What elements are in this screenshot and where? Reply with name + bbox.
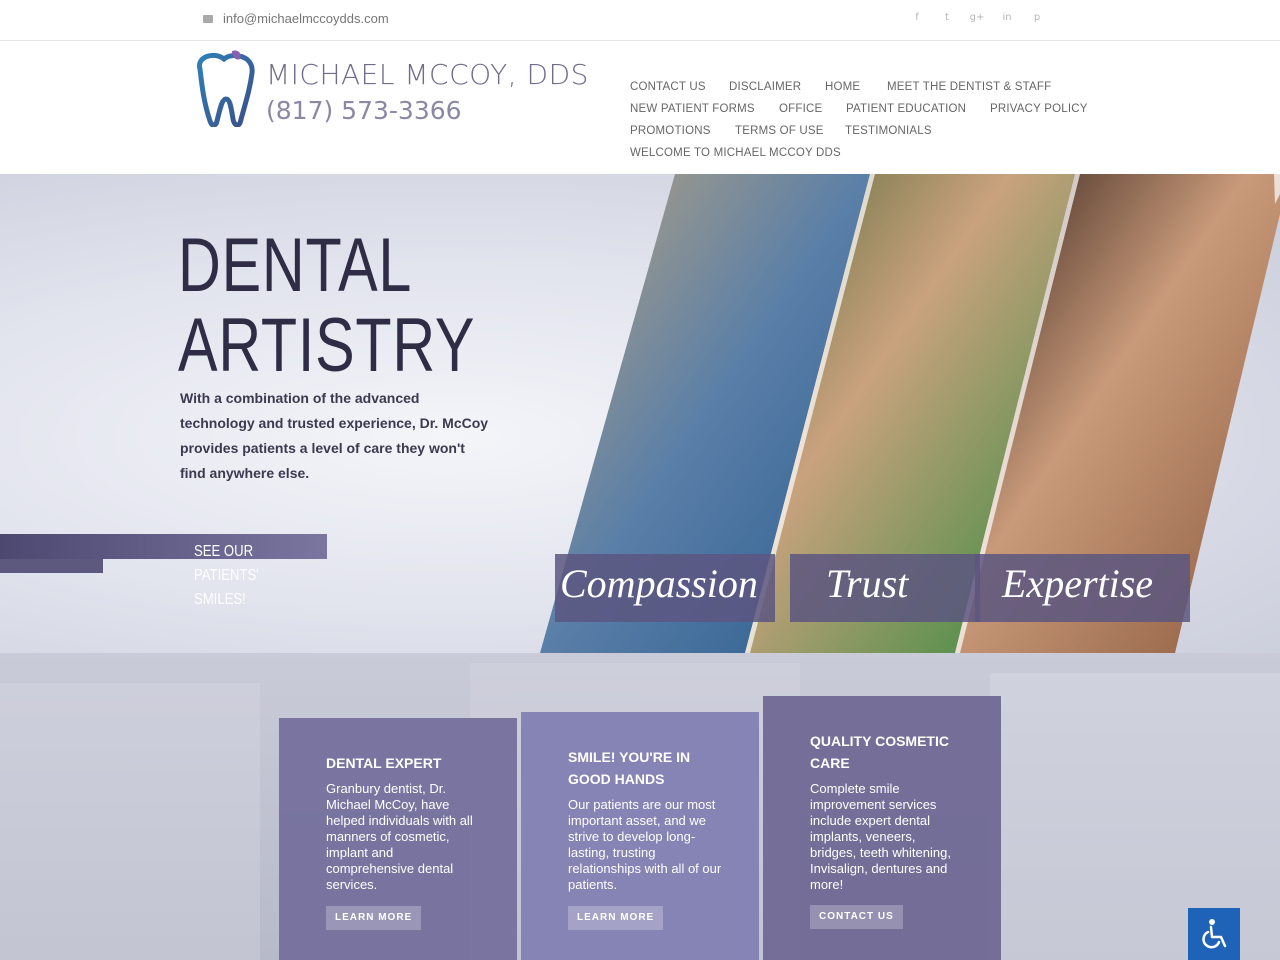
hero-title: DENTAL ARTISTRY	[178, 226, 475, 386]
nav-welcome[interactable]: WELCOME TO MICHAEL MCCOY DDS	[630, 147, 841, 159]
top-bar: info@michaelmccoydds.com f t g+ in p	[0, 0, 1280, 41]
nav-promotions[interactable]: PROMOTIONS	[630, 125, 711, 137]
feature-card-cosmetic-care: QUALITY COSMETIC CARE Complete smile imp…	[763, 696, 1001, 960]
nav-patient-education[interactable]: PATIENT EDUCATION	[846, 103, 966, 115]
hero-title-line-1: DENTAL	[178, 223, 413, 308]
pinterest-icon[interactable]: p	[1022, 12, 1052, 23]
nav-testimonials[interactable]: TESTIMONIALS	[845, 125, 932, 137]
nav-contact-us[interactable]: CONTACT US	[630, 81, 706, 93]
features-section: DENTAL EXPERT Granbury dentist, Dr. Mich…	[0, 653, 1280, 960]
feature-card-good-hands: SMILE! YOU'RE IN GOOD HANDS Our patients…	[521, 712, 759, 960]
twitter-icon[interactable]: t	[932, 12, 962, 23]
feature-title: QUALITY COSMETIC CARE	[810, 733, 949, 771]
caption-compassion: Compassion	[560, 561, 758, 606]
feature-text: Granbury dentist, Dr. Michael McCoy, hav…	[326, 781, 473, 892]
nav-privacy-policy[interactable]: PRIVACY POLICY	[990, 103, 1088, 115]
nav-home[interactable]: HOME	[825, 81, 860, 93]
hero-text: With a combination of the advanced techn…	[180, 390, 489, 481]
facebook-icon[interactable]: f	[902, 12, 932, 23]
feature-title: DENTAL EXPERT	[326, 755, 442, 771]
hero-banner: DENTAL ARTISTRY With a combination of th…	[0, 174, 1280, 653]
background-building-left	[0, 683, 260, 960]
cta-accent-bar-lower	[0, 559, 103, 573]
learn-more-button[interactable]: LEARN MORE	[568, 906, 664, 930]
caption-expertise: Expertise	[1002, 561, 1154, 606]
caption-trust: Trust	[826, 561, 909, 606]
feature-text: Our patients are our most important asse…	[568, 797, 722, 892]
social-links: f t g+ in p	[902, 12, 1052, 23]
feature-title: SMILE! YOU'RE IN GOOD HANDS	[568, 749, 691, 787]
hero-title-line-2: ARTISTRY	[178, 303, 476, 388]
tooth-logo-icon[interactable]	[192, 49, 262, 127]
nav-disclaimer[interactable]: DISCLAIMER	[729, 81, 801, 93]
cta-accent-bar	[0, 534, 327, 559]
email-link[interactable]: info@michaelmccoydds.com	[203, 11, 389, 26]
nav-terms-of-use[interactable]: TERMS OF USE	[735, 125, 824, 137]
brand-name[interactable]: MICHAEL MCCOY, DDS	[266, 58, 589, 91]
phone-number[interactable]: (817) 573-3366	[266, 96, 462, 125]
learn-more-button[interactable]: LEARN MORE	[326, 906, 422, 930]
feature-text: Complete smile improvement services incl…	[810, 781, 951, 892]
nav-meet-the-dentist[interactable]: MEET THE DENTIST & STAFF	[887, 81, 1051, 93]
contact-us-button[interactable]: CONTACT US	[810, 905, 903, 929]
google-plus-icon[interactable]: g+	[962, 12, 992, 23]
mail-icon	[203, 14, 213, 23]
see-smiles-button[interactable]: SEE OUR PATIENTS' SMILES!	[194, 540, 260, 612]
accessibility-button[interactable]	[1188, 908, 1240, 960]
email-text[interactable]: info@michaelmccoydds.com	[223, 11, 389, 26]
nav-office[interactable]: OFFICE	[779, 103, 822, 115]
feature-card-dental-expert: DENTAL EXPERT Granbury dentist, Dr. Mich…	[279, 718, 517, 960]
nav-new-patient-forms[interactable]: NEW PATIENT FORMS	[630, 103, 755, 115]
linkedin-icon[interactable]: in	[992, 12, 1022, 23]
site-header: MICHAEL MCCOY, DDS (817) 573-3366 CONTAC…	[0, 41, 1280, 174]
wheelchair-icon	[1202, 919, 1227, 949]
